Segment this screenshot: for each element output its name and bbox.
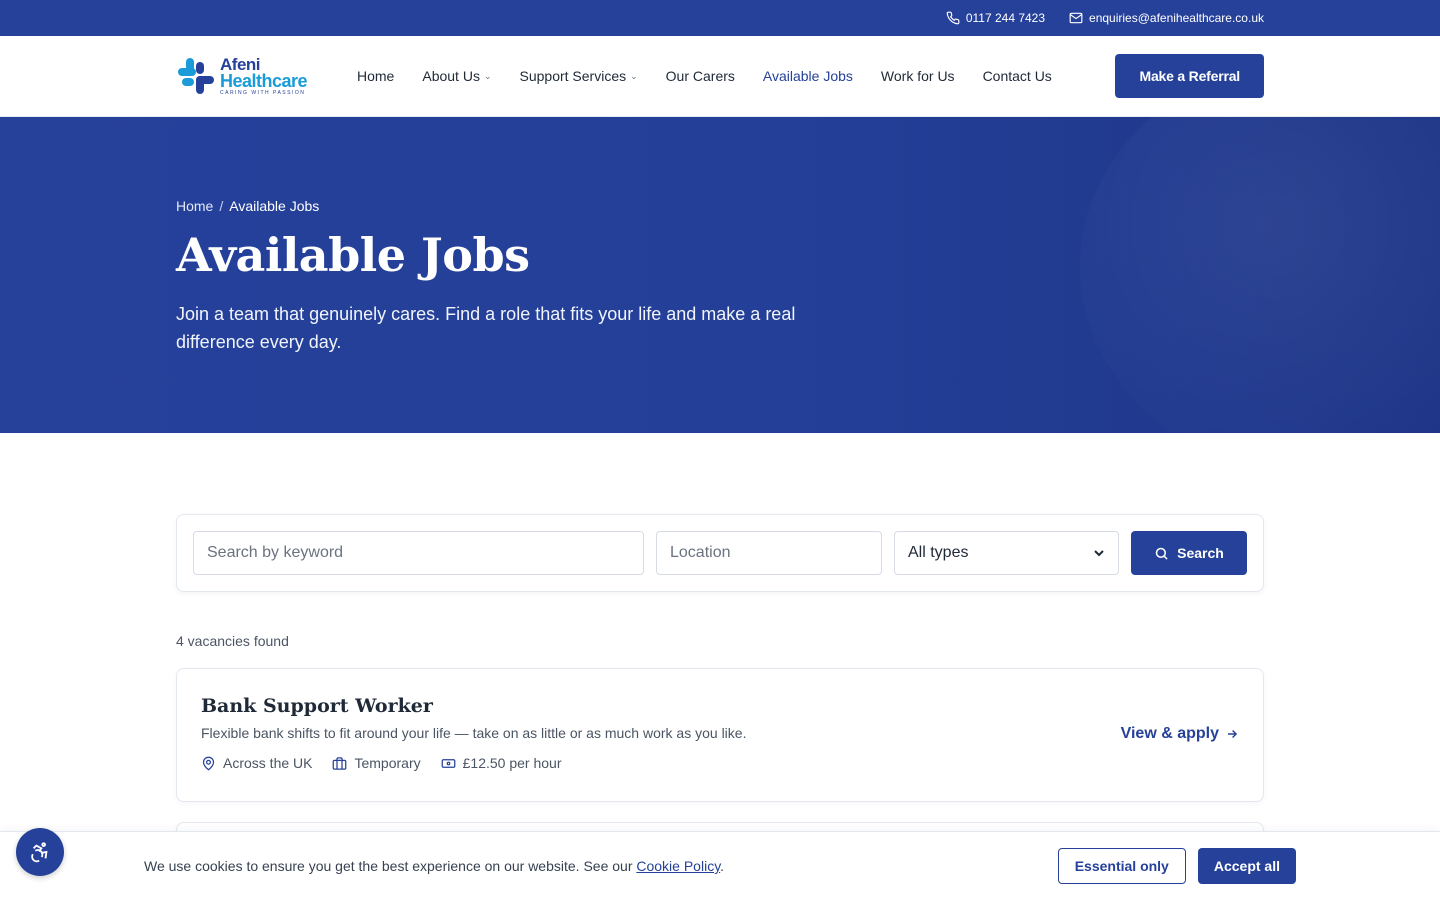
cookie-message: We use cookies to ensure you get the bes… (144, 858, 724, 874)
nav-jobs-label: Available Jobs (762, 68, 853, 84)
briefcase-icon (333, 756, 347, 770)
keyword-search-input[interactable]: Search by keyword (193, 531, 644, 575)
search-button[interactable]: Search (1131, 531, 1247, 575)
hero-decoration (1080, 117, 1440, 433)
phone-icon (946, 11, 960, 25)
nav-support-label: Support Services (519, 68, 627, 84)
cookie-actions: Essential only Accept all (1057, 848, 1296, 884)
breadcrumb-separator: / (219, 198, 224, 214)
accessibility-icon (31, 842, 48, 863)
keyword-placeholder: Search by keyword (207, 544, 344, 561)
chevron-down-icon: ⌄ (630, 70, 638, 81)
banknote-icon (441, 758, 455, 768)
nav-contact-label: Contact Us (982, 68, 1052, 84)
search-icon (1155, 547, 1168, 560)
job-type: Temporary (332, 755, 421, 771)
cookie-text-end: . (720, 858, 725, 874)
vacancy-count: 4 vacancies found (176, 633, 289, 649)
job-description: Flexible bank shifts to fit around your … (201, 725, 747, 741)
logo-name-line2: Healthcare (220, 71, 308, 91)
nav-work-for-us[interactable]: Work for Us (881, 68, 955, 84)
view-apply-link[interactable]: View & apply (1121, 725, 1239, 743)
phone-link[interactable]: 0117 244 7423 (946, 11, 1045, 25)
nav-carers-label: Our Carers (665, 68, 735, 84)
nav-home[interactable]: Home (357, 68, 394, 84)
logo-cross-icon (178, 58, 214, 94)
job-pay-text: £12.50 per hour (462, 755, 562, 771)
breadcrumb-home[interactable]: Home (176, 198, 213, 214)
cookie-banner: We use cookies to ensure you get the bes… (0, 831, 1440, 900)
breadcrumb-current: Available Jobs (229, 198, 320, 214)
page-subtitle: Join a team that genuinely cares. Find a… (176, 304, 796, 352)
location-placeholder: Location (670, 544, 731, 561)
essential-only-button[interactable]: Essential only (1057, 848, 1186, 884)
arrow-right-icon (1227, 729, 1238, 739)
job-card[interactable]: Bank Support Worker Flexible bank shifts… (176, 668, 1264, 802)
job-title[interactable]: Bank Support Worker (201, 695, 1239, 717)
view-apply-label: View & apply (1120, 725, 1219, 742)
email-address: enquiries@afenihealthcare.co.uk (1089, 11, 1264, 25)
nav-available-jobs[interactable]: Available Jobs (763, 68, 853, 84)
job-location: Across the UK (201, 755, 312, 771)
job-type-text: Temporary (354, 755, 421, 771)
mail-icon (1069, 12, 1083, 24)
top-bar: 0117 244 7423 enquiries@afenihealthcare.… (0, 0, 1440, 36)
nav-our-carers[interactable]: Our Carers (666, 68, 735, 84)
nav-contact-us[interactable]: Contact Us (983, 68, 1052, 84)
cookie-text: We use cookies to ensure you get the bes… (144, 858, 637, 874)
map-pin-icon (202, 756, 215, 771)
email-link[interactable]: enquiries@afenihealthcare.co.uk (1069, 11, 1264, 25)
accessibility-button[interactable] (16, 828, 64, 876)
cookie-policy-link[interactable]: Cookie Policy (636, 858, 720, 874)
search-button-label: Search (1177, 545, 1224, 561)
page-hero: Home / Available Jobs Available Jobs Joi… (0, 117, 1440, 433)
nav-about-us[interactable]: About Us ⌄ (422, 68, 491, 84)
nav-support-services[interactable]: Support Services ⌄ (520, 68, 638, 84)
logo-tagline: CARING WITH PASSION (220, 90, 306, 96)
site-logo[interactable]: Afeni Healthcare CARING WITH PASSION (176, 56, 326, 96)
job-search-form: Search by keyword Location All types Sea… (176, 514, 1264, 592)
chevron-down-icon: ⌄ (483, 70, 492, 81)
site-header: Afeni Healthcare CARING WITH PASSION Hom… (0, 36, 1440, 117)
job-meta: Across the UK Temporary £12.50 per hour (201, 755, 1239, 771)
job-location-text: Across the UK (223, 755, 313, 771)
main-nav: Home About Us ⌄ Support Services ⌄ Our Car… (357, 68, 1052, 84)
job-type-selected: All types (908, 544, 969, 561)
nav-about-label: About Us (422, 68, 480, 84)
nav-home-label: Home (357, 68, 395, 84)
accept-all-button[interactable]: Accept all (1197, 848, 1296, 884)
chevron-down-icon (1094, 550, 1104, 557)
make-referral-button[interactable]: Make a Referral (1115, 54, 1264, 98)
location-input[interactable]: Location (656, 531, 882, 575)
phone-number: 0117 244 7423 (965, 11, 1046, 25)
nav-work-label: Work for Us (880, 68, 955, 84)
job-type-select[interactable]: All types (894, 531, 1119, 575)
job-pay: £12.50 per hour (441, 755, 562, 771)
